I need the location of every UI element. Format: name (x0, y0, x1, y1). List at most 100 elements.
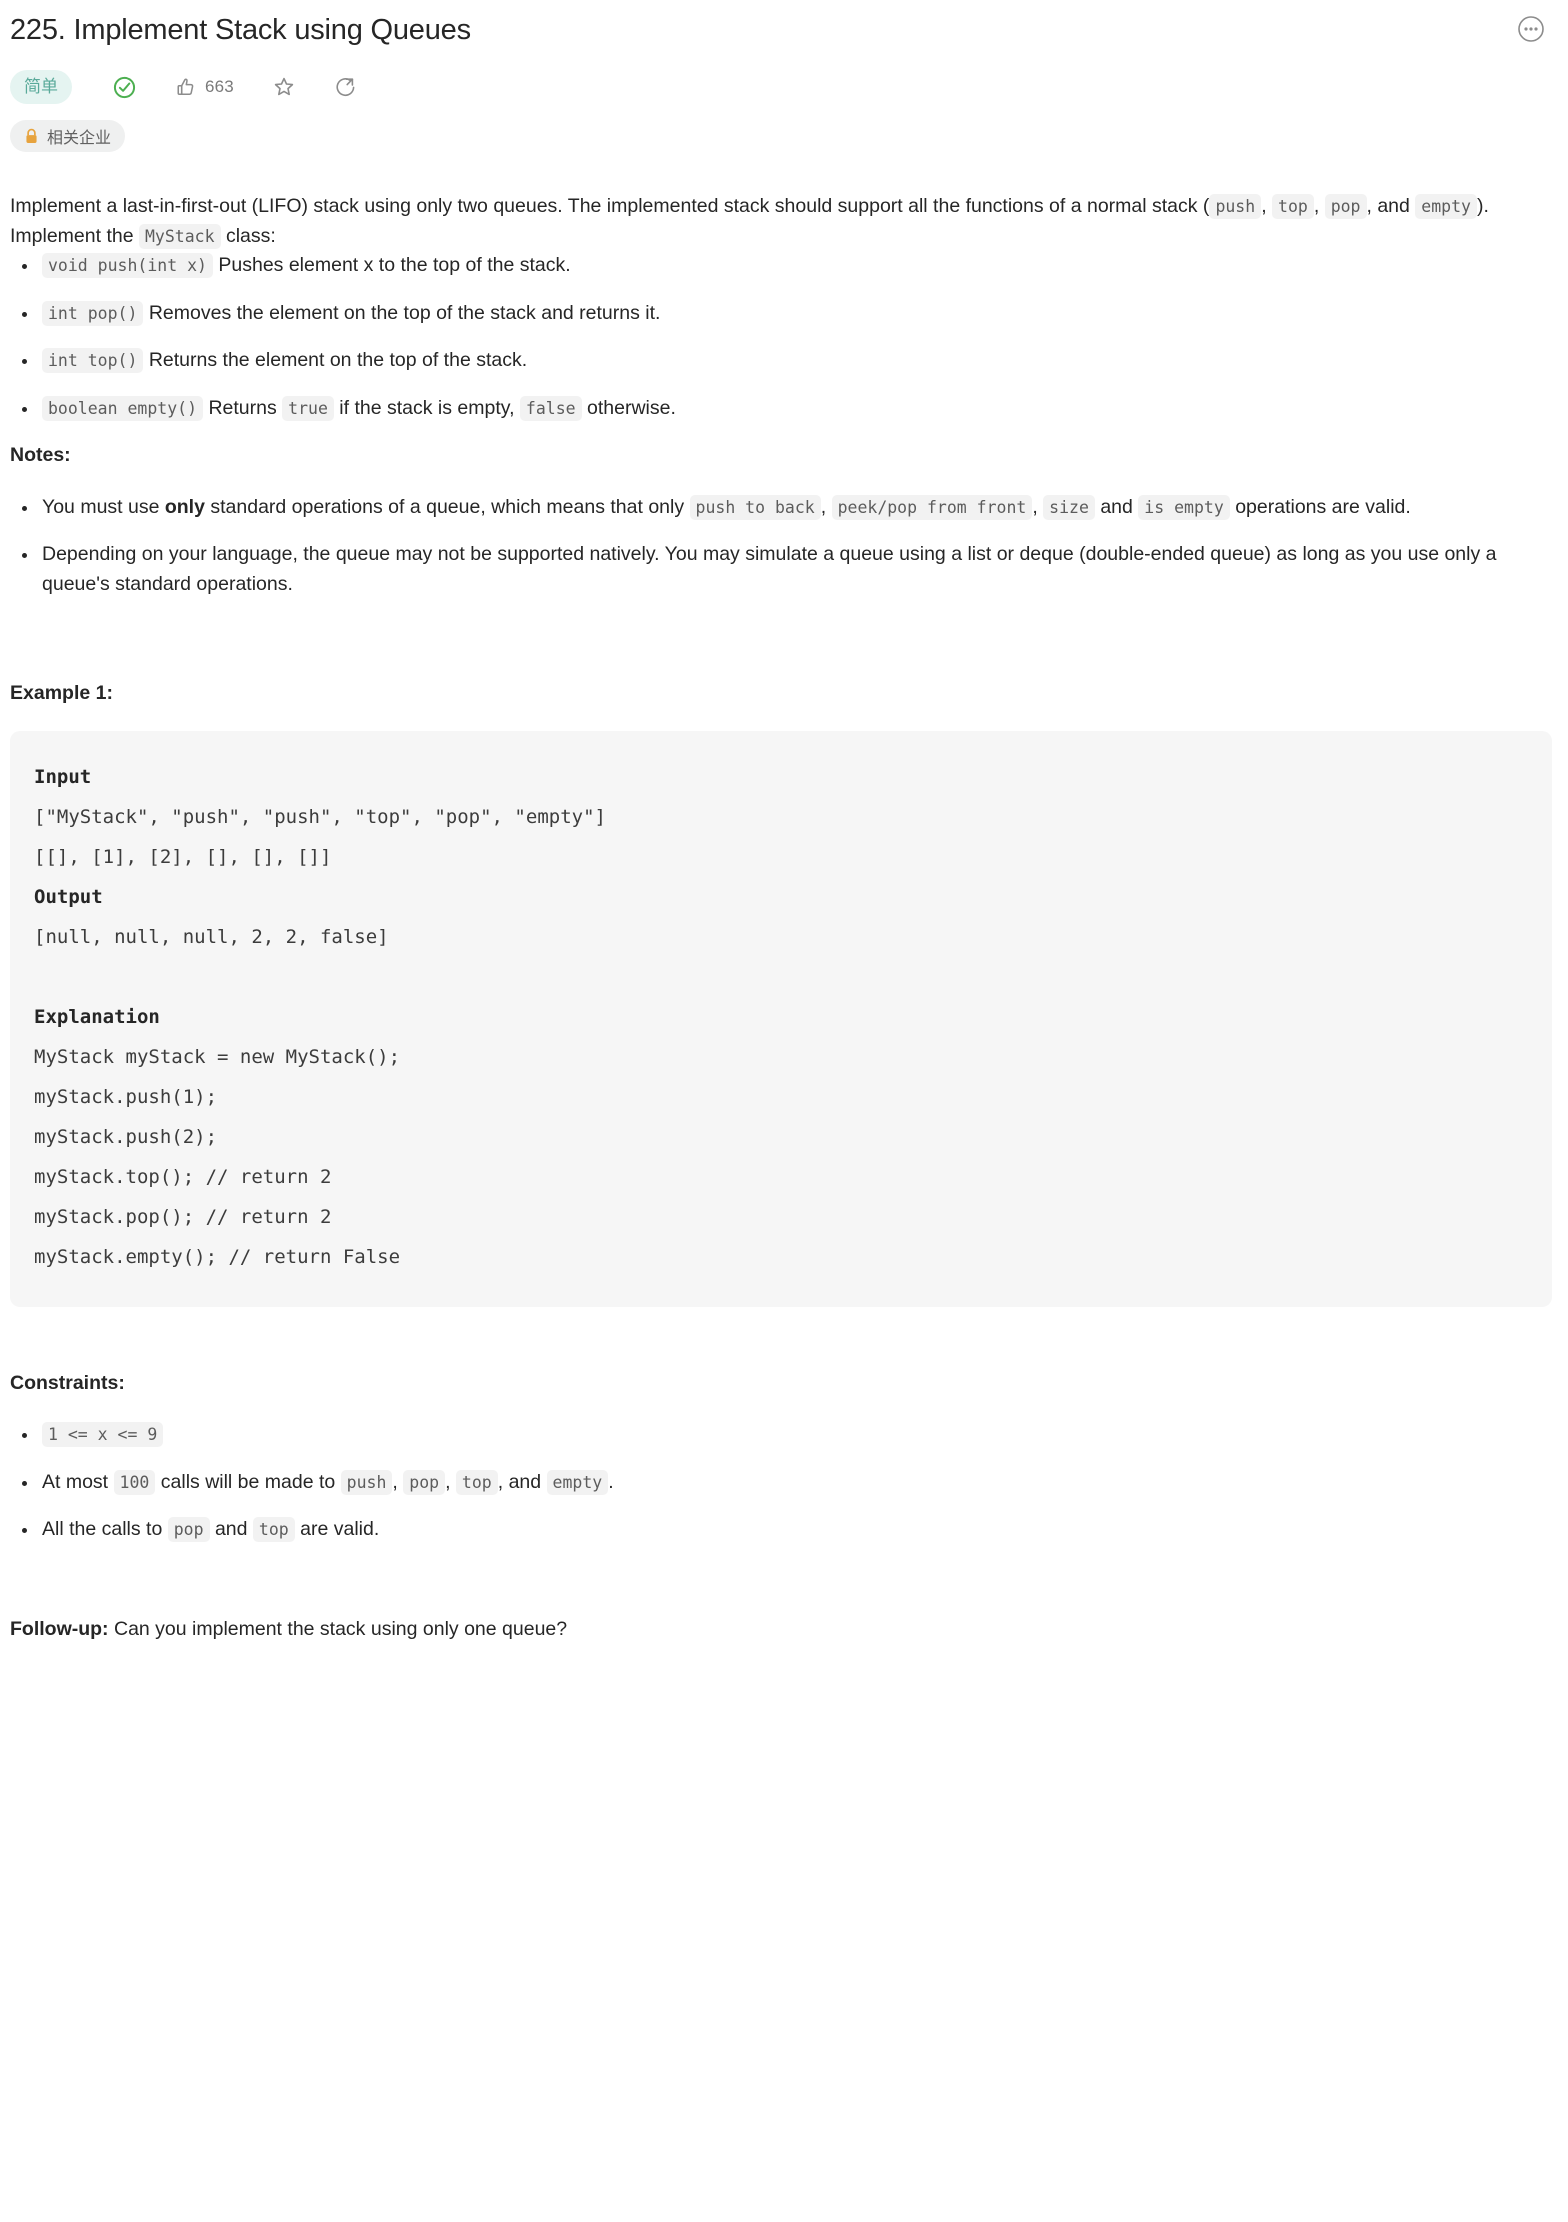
sep: ). (1476, 195, 1489, 217)
output-label: Output (34, 885, 103, 908)
code-signature: int top() (42, 348, 144, 373)
problem-content: Implement a last-in-first-out (LIFO) sta… (10, 192, 1552, 1644)
example-pre: Input ["MyStack", "push", "push", "top",… (34, 757, 1528, 1277)
list-item: All the calls to pop and top are valid. (22, 1515, 1552, 1545)
code-signature: boolean empty() (42, 395, 204, 421)
code-peek-pop-from-front: peek/pop from front (831, 494, 1033, 520)
meta-row: 简单 663 (10, 70, 1552, 104)
constraint-part: are valid. (294, 1518, 380, 1540)
code-100: 100 (113, 1469, 156, 1495)
followup-paragraph: Follow-up: Can you implement the stack u… (10, 1615, 1552, 1645)
example-code-block: Input ["MyStack", "push", "push", "top",… (10, 730, 1552, 1307)
method-list: void push(int x) Pushes element x to the… (10, 251, 1552, 423)
note-text: Depending on your language, the queue ma… (42, 543, 1497, 595)
method-desc-part: Returns (208, 396, 283, 419)
method-desc-part: if the stack is empty, (333, 396, 520, 419)
note-part: operations are valid. (1229, 495, 1411, 518)
constraint-part: . (608, 1470, 614, 1493)
sep: and (1094, 495, 1139, 518)
code-signature: void push(int x) (42, 253, 213, 278)
constraints-list: 1 <= x <= 9 At most 100 calls will be ma… (10, 1420, 1552, 1545)
share-icon[interactable] (326, 70, 366, 104)
list-item: int pop() Removes the element on the top… (22, 299, 1552, 329)
list-item: At most 100 calls will be made to push , … (22, 1468, 1552, 1498)
related-companies-tag[interactable]: 相关企业 (10, 120, 126, 152)
related-companies-label: 相关企业 (47, 130, 112, 147)
note-part: You must use (42, 495, 165, 518)
list-item: 1 <= x <= 9 (22, 1420, 1552, 1450)
page-title: 225. Implement Stack using Queues (10, 14, 471, 46)
thumbs-up-button[interactable]: 663 (167, 70, 242, 104)
constraint-part: At most (42, 1470, 114, 1493)
company-row: 相关企业 (10, 120, 1552, 152)
code-range: 1 <= x <= 9 (42, 1422, 164, 1447)
code-empty: empty (1415, 194, 1477, 219)
explanation-lines: MyStack myStack = new MyStack(); myStack… (34, 1045, 401, 1268)
list-item: int top() Returns the element on the top… (22, 346, 1552, 376)
input-line-2: [[], [1], [2], [], [], []] (34, 845, 332, 868)
difficulty-badge[interactable]: 简单 (10, 70, 72, 104)
check-circle-icon[interactable] (104, 70, 145, 104)
class-line-pre: Implement the (10, 224, 139, 247)
followup-text: Can you implement the stack using only o… (108, 1617, 568, 1640)
sep: , (392, 1470, 404, 1493)
constraint-part: and (209, 1518, 253, 1540)
notes-list: You must use only standard operations of… (10, 493, 1552, 600)
method-desc-part: otherwise. (581, 396, 676, 419)
code-push-to-back: push to back (689, 494, 821, 520)
sep: , and (497, 1470, 547, 1493)
code-pop: pop (167, 1517, 210, 1542)
note-emphasis: only (164, 495, 205, 518)
code-top: top (455, 1469, 498, 1495)
code-top: top (1272, 194, 1314, 219)
star-icon[interactable] (264, 70, 304, 104)
code-mystack: MyStack (138, 223, 221, 249)
code-empty: empty (546, 1469, 609, 1495)
list-item: void push(int x) Pushes element x to the… (22, 251, 1552, 281)
code-top: top (252, 1517, 295, 1542)
followup-label: Follow-up: (10, 1617, 109, 1640)
sep: , (1313, 195, 1325, 217)
constraint-part: calls will be made to (155, 1470, 341, 1493)
note-part: standard operations of a queue, which me… (204, 495, 690, 518)
sep: , (820, 495, 832, 518)
intro-text: Implement a last-in-first-out (LIFO) sta… (10, 195, 1210, 217)
list-item: Depending on your language, the queue ma… (22, 540, 1552, 599)
input-line-1: ["MyStack", "push", "push", "top", "pop"… (34, 805, 606, 828)
list-item: You must use only standard operations of… (22, 493, 1552, 523)
code-pop: pop (1324, 194, 1367, 219)
code-push: push (1209, 194, 1262, 219)
method-desc: Returns the element on the top of the st… (148, 349, 528, 371)
thumbs-up-icon (175, 76, 198, 99)
code-push: push (340, 1469, 393, 1495)
sep: , and (1366, 195, 1416, 217)
method-desc: Removes the element on the top of the st… (148, 301, 661, 324)
code-size: size (1043, 494, 1095, 520)
like-count: 663 (205, 77, 234, 96)
class-paragraph: Implement the MyStack class: (10, 222, 1552, 252)
code-is-empty: is empty (1138, 494, 1230, 520)
more-horizontal-circle-icon[interactable] (1516, 14, 1546, 44)
lock-icon (24, 128, 39, 145)
code-pop: pop (403, 1469, 446, 1495)
code-signature: int pop() (42, 300, 144, 326)
sep: , (1032, 495, 1044, 518)
input-label: Input (34, 765, 92, 788)
list-item: boolean empty() Returns true if the stac… (22, 394, 1552, 424)
explanation-label: Explanation (34, 1005, 160, 1028)
constraints-heading: Constraints: (10, 1371, 125, 1394)
code-false: false (519, 395, 582, 421)
title-row: 225. Implement Stack using Queues (10, 10, 1552, 50)
method-desc: Pushes element x to the top of the stack… (218, 254, 571, 276)
notes-heading: Notes: (10, 444, 71, 466)
code-true: true (282, 395, 334, 421)
sep: , (445, 1470, 456, 1493)
problem-page: 225. Implement Stack using Queues 简单 663… (0, 0, 1568, 1644)
sep: , (1261, 195, 1273, 217)
class-line-post: class: (220, 224, 276, 247)
example-heading: Example 1: (10, 682, 113, 704)
constraint-part: All the calls to (42, 1518, 168, 1540)
